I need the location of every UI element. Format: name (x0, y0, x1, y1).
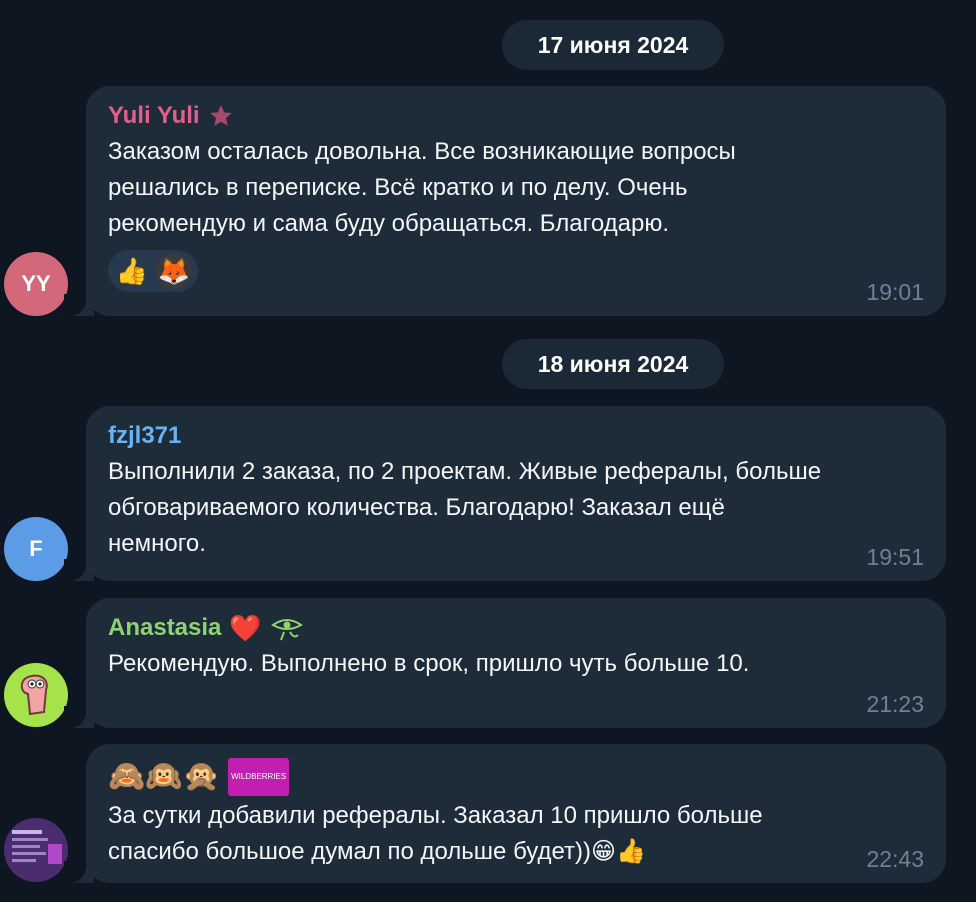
screenshot-avatar-icon (4, 818, 68, 882)
header-emojis: 🙈🙉🙊 WILDBERRIES (108, 758, 924, 796)
message-text: Заказом осталась довольна. Все возникающ… (108, 138, 736, 237)
wildberries-badge: WILDBERRIES (228, 758, 290, 796)
message-bubble[interactable]: Anastasia ❤️ Рекомендую. Выполнено в сро… (64, 598, 946, 728)
message-bubble[interactable]: Yuli Yuli Заказом осталась довольна. Все… (64, 86, 946, 316)
date-label: 17 июня 2024 (537, 31, 689, 58)
reaction-thumbs-up[interactable]: 👍 (114, 253, 150, 289)
avatar[interactable]: F (4, 517, 68, 581)
date-separator: 17 июня 2024 (502, 20, 724, 70)
avatar[interactable]: YY (4, 252, 68, 316)
bubble-tail (64, 706, 94, 728)
message-bubble[interactable]: fzjl371 Выполнили 2 заказа, по 2 проекта… (64, 406, 946, 581)
date-label: 18 июня 2024 (537, 350, 689, 377)
message-text: Рекомендую. Выполнено в срок, пришло чут… (108, 650, 750, 677)
avatar[interactable] (4, 818, 68, 882)
avatar[interactable] (4, 663, 68, 727)
avatar-initials: F (29, 536, 43, 561)
bubble-tail (64, 294, 94, 316)
heart-emoji: ❤️ (229, 613, 262, 643)
sender-name[interactable]: fzjl371 (108, 420, 924, 452)
bubble-tail (64, 861, 94, 883)
message-time: 19:51 (866, 544, 924, 570)
sender-name[interactable]: Anastasia ❤️ (108, 612, 924, 644)
message-text: Выполнили 2 заказа, по 2 проектам. Живые… (108, 458, 822, 557)
eye-of-horus-icon (270, 619, 303, 641)
star-icon (209, 105, 232, 126)
sender-name[interactable]: Yuli Yuli (108, 100, 924, 132)
message-time: 21:23 (866, 691, 924, 717)
cartoon-avatar-icon (20, 674, 48, 716)
message-bubble[interactable]: 🙈🙉🙊 WILDBERRIES За сутки добавили рефера… (64, 744, 946, 883)
bubble-tail (64, 559, 94, 581)
date-separator: 18 июня 2024 (502, 339, 724, 389)
message-time: 19:01 (866, 279, 924, 305)
avatar-initials: YY (21, 271, 51, 296)
reaction-avatar[interactable]: 🦊 (156, 253, 192, 289)
message-time: 22:43 (866, 846, 924, 872)
monkey-emojis: 🙈🙉🙊 (108, 760, 221, 793)
message-text: За сутки добавили рефералы. Заказал 10 п… (108, 802, 763, 865)
reactions[interactable]: 👍 🦊 (108, 250, 198, 292)
